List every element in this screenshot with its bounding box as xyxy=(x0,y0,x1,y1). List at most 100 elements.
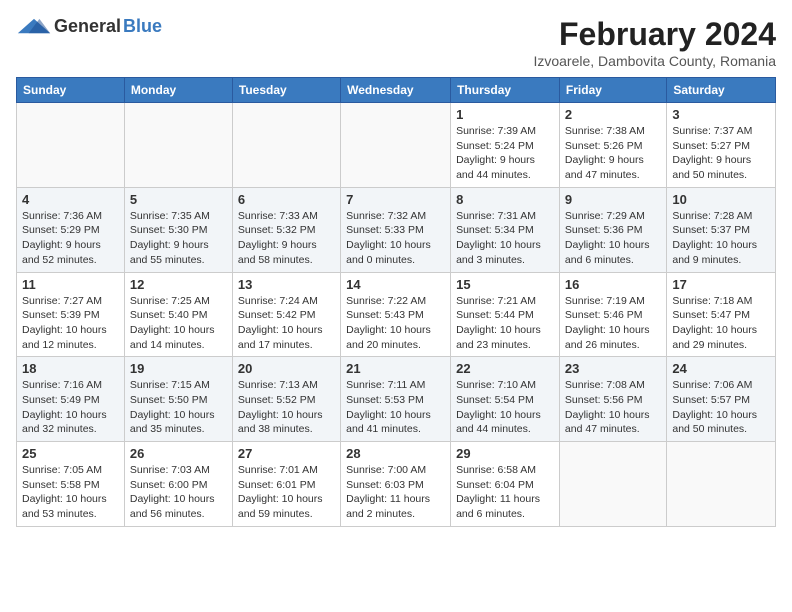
calendar-cell: 21Sunrise: 7:11 AM Sunset: 5:53 PM Dayli… xyxy=(341,357,451,442)
calendar-cell: 8 Sunrise: 7:31 AM Sunset: 5:34 PM Daylig… xyxy=(451,187,560,272)
logo-general: General xyxy=(54,16,121,37)
day-number: 16 xyxy=(565,277,661,292)
day-number: 23 xyxy=(565,361,661,376)
cell-content: Sunrise: 7:22 AM Sunset: 5:43 PM Dayligh… xyxy=(346,294,445,353)
cell-content: Sunrise: 7:39 AM Sunset: 5:24 PM Dayligh… xyxy=(456,124,554,183)
calendar-cell: 18 Sunrise: 7:16 AM Sunset: 5:49 PM Dayli… xyxy=(17,357,125,442)
cell-content: Sunrise: 7:35 AM Sunset: 5:30 PM Dayligh… xyxy=(130,209,227,268)
calendar-row-2: 11 Sunrise: 7:27 AM Sunset: 5:39 PM Dayli… xyxy=(17,272,776,357)
day-number: 17 xyxy=(672,277,770,292)
cell-content: Sunrise: 6:58 AM Sunset: 6:04 PM Dayligh… xyxy=(456,463,554,522)
day-number: 29 xyxy=(456,446,554,461)
month-title: February 2024 xyxy=(533,16,776,53)
calendar-row-4: 25 Sunrise: 7:05 AM Sunset: 5:58 PM Dayli… xyxy=(17,442,776,527)
day-number: 21 xyxy=(346,361,445,376)
calendar-cell: 26 Sunrise: 7:03 AM Sunset: 6:00 PM Dayli… xyxy=(124,442,232,527)
cell-content: Sunrise: 7:13 AM Sunset: 5:52 PM Dayligh… xyxy=(238,378,335,437)
logo-blue: Blue xyxy=(123,16,162,37)
cell-content: Sunrise: 7:32 AM Sunset: 5:33 PM Dayligh… xyxy=(346,209,445,268)
cell-content: Sunrise: 7:33 AM Sunset: 5:32 PM Dayligh… xyxy=(238,209,335,268)
day-number: 3 xyxy=(672,107,770,122)
calendar-cell: 15 Sunrise: 7:21 AM Sunset: 5:44 PM Dayli… xyxy=(451,272,560,357)
cell-content: Sunrise: 7:05 AM Sunset: 5:58 PM Dayligh… xyxy=(22,463,119,522)
day-number: 6 xyxy=(238,192,335,207)
calendar-cell: 17 Sunrise: 7:18 AM Sunset: 5:47 PM Dayli… xyxy=(667,272,776,357)
day-number: 12 xyxy=(130,277,227,292)
calendar-cell: 13 Sunrise: 7:24 AM Sunset: 5:42 PM Dayli… xyxy=(232,272,340,357)
calendar-cell: 2 Sunrise: 7:38 AM Sunset: 5:26 PM Daylig… xyxy=(559,103,666,188)
day-number: 5 xyxy=(130,192,227,207)
title-area: February 2024 Izvoarele, Dambovita Count… xyxy=(533,16,776,69)
calendar-cell: 19 Sunrise: 7:15 AM Sunset: 5:50 PM Dayli… xyxy=(124,357,232,442)
calendar-cell: 11 Sunrise: 7:27 AM Sunset: 5:39 PM Dayli… xyxy=(17,272,125,357)
weekday-header-monday: Monday xyxy=(124,78,232,103)
weekday-header-sunday: Sunday xyxy=(17,78,125,103)
day-number: 18 xyxy=(22,361,119,376)
cell-content: Sunrise: 7:27 AM Sunset: 5:39 PM Dayligh… xyxy=(22,294,119,353)
calendar-cell xyxy=(341,103,451,188)
calendar-cell: 22 Sunrise: 7:10 AM Sunset: 5:54 PM Dayli… xyxy=(451,357,560,442)
calendar-cell: 28 Sunrise: 7:00 AM Sunset: 6:03 PM Dayli… xyxy=(341,442,451,527)
cell-content: Sunrise: 7:03 AM Sunset: 6:00 PM Dayligh… xyxy=(130,463,227,522)
calendar-row-1: 4 Sunrise: 7:36 AM Sunset: 5:29 PM Daylig… xyxy=(17,187,776,272)
calendar-cell: 14Sunrise: 7:22 AM Sunset: 5:43 PM Dayli… xyxy=(341,272,451,357)
cell-content: Sunrise: 7:21 AM Sunset: 5:44 PM Dayligh… xyxy=(456,294,554,353)
cell-content: Sunrise: 7:24 AM Sunset: 5:42 PM Dayligh… xyxy=(238,294,335,353)
calendar-cell: 12 Sunrise: 7:25 AM Sunset: 5:40 PM Dayli… xyxy=(124,272,232,357)
calendar-cell xyxy=(124,103,232,188)
day-number: 26 xyxy=(130,446,227,461)
day-number: 19 xyxy=(130,361,227,376)
day-number: 24 xyxy=(672,361,770,376)
day-number: 2 xyxy=(565,107,661,122)
cell-content: Sunrise: 7:06 AM Sunset: 5:57 PM Dayligh… xyxy=(672,378,770,437)
calendar-cell: 6 Sunrise: 7:33 AM Sunset: 5:32 PM Daylig… xyxy=(232,187,340,272)
calendar-cell: 27Sunrise: 7:01 AM Sunset: 6:01 PM Dayli… xyxy=(232,442,340,527)
cell-content: Sunrise: 7:18 AM Sunset: 5:47 PM Dayligh… xyxy=(672,294,770,353)
day-number: 15 xyxy=(456,277,554,292)
day-number: 11 xyxy=(22,277,119,292)
weekday-header-wednesday: Wednesday xyxy=(341,78,451,103)
calendar-cell: 7Sunrise: 7:32 AM Sunset: 5:33 PM Daylig… xyxy=(341,187,451,272)
cell-content: Sunrise: 7:38 AM Sunset: 5:26 PM Dayligh… xyxy=(565,124,661,183)
cell-content: Sunrise: 7:00 AM Sunset: 6:03 PM Dayligh… xyxy=(346,463,445,522)
calendar-cell: 10Sunrise: 7:28 AM Sunset: 5:37 PM Dayli… xyxy=(667,187,776,272)
header: General Blue February 2024 Izvoarele, Da… xyxy=(16,16,776,69)
calendar-cell: 1 Sunrise: 7:39 AM Sunset: 5:24 PM Daylig… xyxy=(451,103,560,188)
weekday-header-row: SundayMondayTuesdayWednesdayThursdayFrid… xyxy=(17,78,776,103)
calendar-cell xyxy=(17,103,125,188)
calendar-cell: 25 Sunrise: 7:05 AM Sunset: 5:58 PM Dayli… xyxy=(17,442,125,527)
calendar-cell: 5 Sunrise: 7:35 AM Sunset: 5:30 PM Daylig… xyxy=(124,187,232,272)
weekday-header-thursday: Thursday xyxy=(451,78,560,103)
calendar-cell: 3 Sunrise: 7:37 AM Sunset: 5:27 PM Daylig… xyxy=(667,103,776,188)
day-number: 25 xyxy=(22,446,119,461)
cell-content: Sunrise: 7:08 AM Sunset: 5:56 PM Dayligh… xyxy=(565,378,661,437)
calendar-cell: 4 Sunrise: 7:36 AM Sunset: 5:29 PM Daylig… xyxy=(17,187,125,272)
calendar-row-3: 18 Sunrise: 7:16 AM Sunset: 5:49 PM Dayli… xyxy=(17,357,776,442)
weekday-header-friday: Friday xyxy=(559,78,666,103)
cell-content: Sunrise: 7:01 AM Sunset: 6:01 PM Dayligh… xyxy=(238,463,335,522)
calendar-cell: 16 Sunrise: 7:19 AM Sunset: 5:46 PM Dayli… xyxy=(559,272,666,357)
day-number: 4 xyxy=(22,192,119,207)
cell-content: Sunrise: 7:29 AM Sunset: 5:36 PM Dayligh… xyxy=(565,209,661,268)
calendar-cell xyxy=(232,103,340,188)
calendar-cell: 20Sunrise: 7:13 AM Sunset: 5:52 PM Dayli… xyxy=(232,357,340,442)
day-number: 28 xyxy=(346,446,445,461)
location-title: Izvoarele, Dambovita County, Romania xyxy=(533,53,776,69)
cell-content: Sunrise: 7:31 AM Sunset: 5:34 PM Dayligh… xyxy=(456,209,554,268)
cell-content: Sunrise: 7:19 AM Sunset: 5:46 PM Dayligh… xyxy=(565,294,661,353)
day-number: 1 xyxy=(456,107,554,122)
cell-content: Sunrise: 7:15 AM Sunset: 5:50 PM Dayligh… xyxy=(130,378,227,437)
cell-content: Sunrise: 7:16 AM Sunset: 5:49 PM Dayligh… xyxy=(22,378,119,437)
cell-content: Sunrise: 7:25 AM Sunset: 5:40 PM Dayligh… xyxy=(130,294,227,353)
calendar-cell: 29 Sunrise: 6:58 AM Sunset: 6:04 PM Dayli… xyxy=(451,442,560,527)
day-number: 13 xyxy=(238,277,335,292)
calendar-cell xyxy=(559,442,666,527)
calendar-table: SundayMondayTuesdayWednesdayThursdayFrid… xyxy=(16,77,776,527)
day-number: 22 xyxy=(456,361,554,376)
day-number: 8 xyxy=(456,192,554,207)
day-number: 9 xyxy=(565,192,661,207)
cell-content: Sunrise: 7:36 AM Sunset: 5:29 PM Dayligh… xyxy=(22,209,119,268)
cell-content: Sunrise: 7:37 AM Sunset: 5:27 PM Dayligh… xyxy=(672,124,770,183)
cell-content: Sunrise: 7:28 AM Sunset: 5:37 PM Dayligh… xyxy=(672,209,770,268)
cell-content: Sunrise: 7:10 AM Sunset: 5:54 PM Dayligh… xyxy=(456,378,554,437)
